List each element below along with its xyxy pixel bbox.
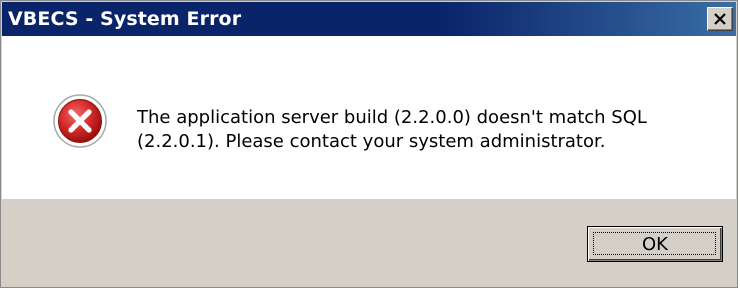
close-icon: [714, 13, 726, 25]
message-area: The application server build (2.2.0.0) d…: [2, 36, 736, 199]
error-dialog: VBECS - System Error The application ser…: [0, 0, 738, 288]
window-title: VBECS - System Error: [8, 8, 242, 30]
close-button[interactable]: [707, 7, 733, 31]
button-bar: OK: [2, 199, 736, 286]
error-message: The application server build (2.2.0.0) d…: [137, 107, 647, 152]
title-bar[interactable]: VBECS - System Error: [2, 2, 736, 36]
error-icon: [53, 94, 107, 148]
ok-button[interactable]: OK: [587, 226, 723, 262]
ok-button-label: OK: [642, 233, 668, 255]
